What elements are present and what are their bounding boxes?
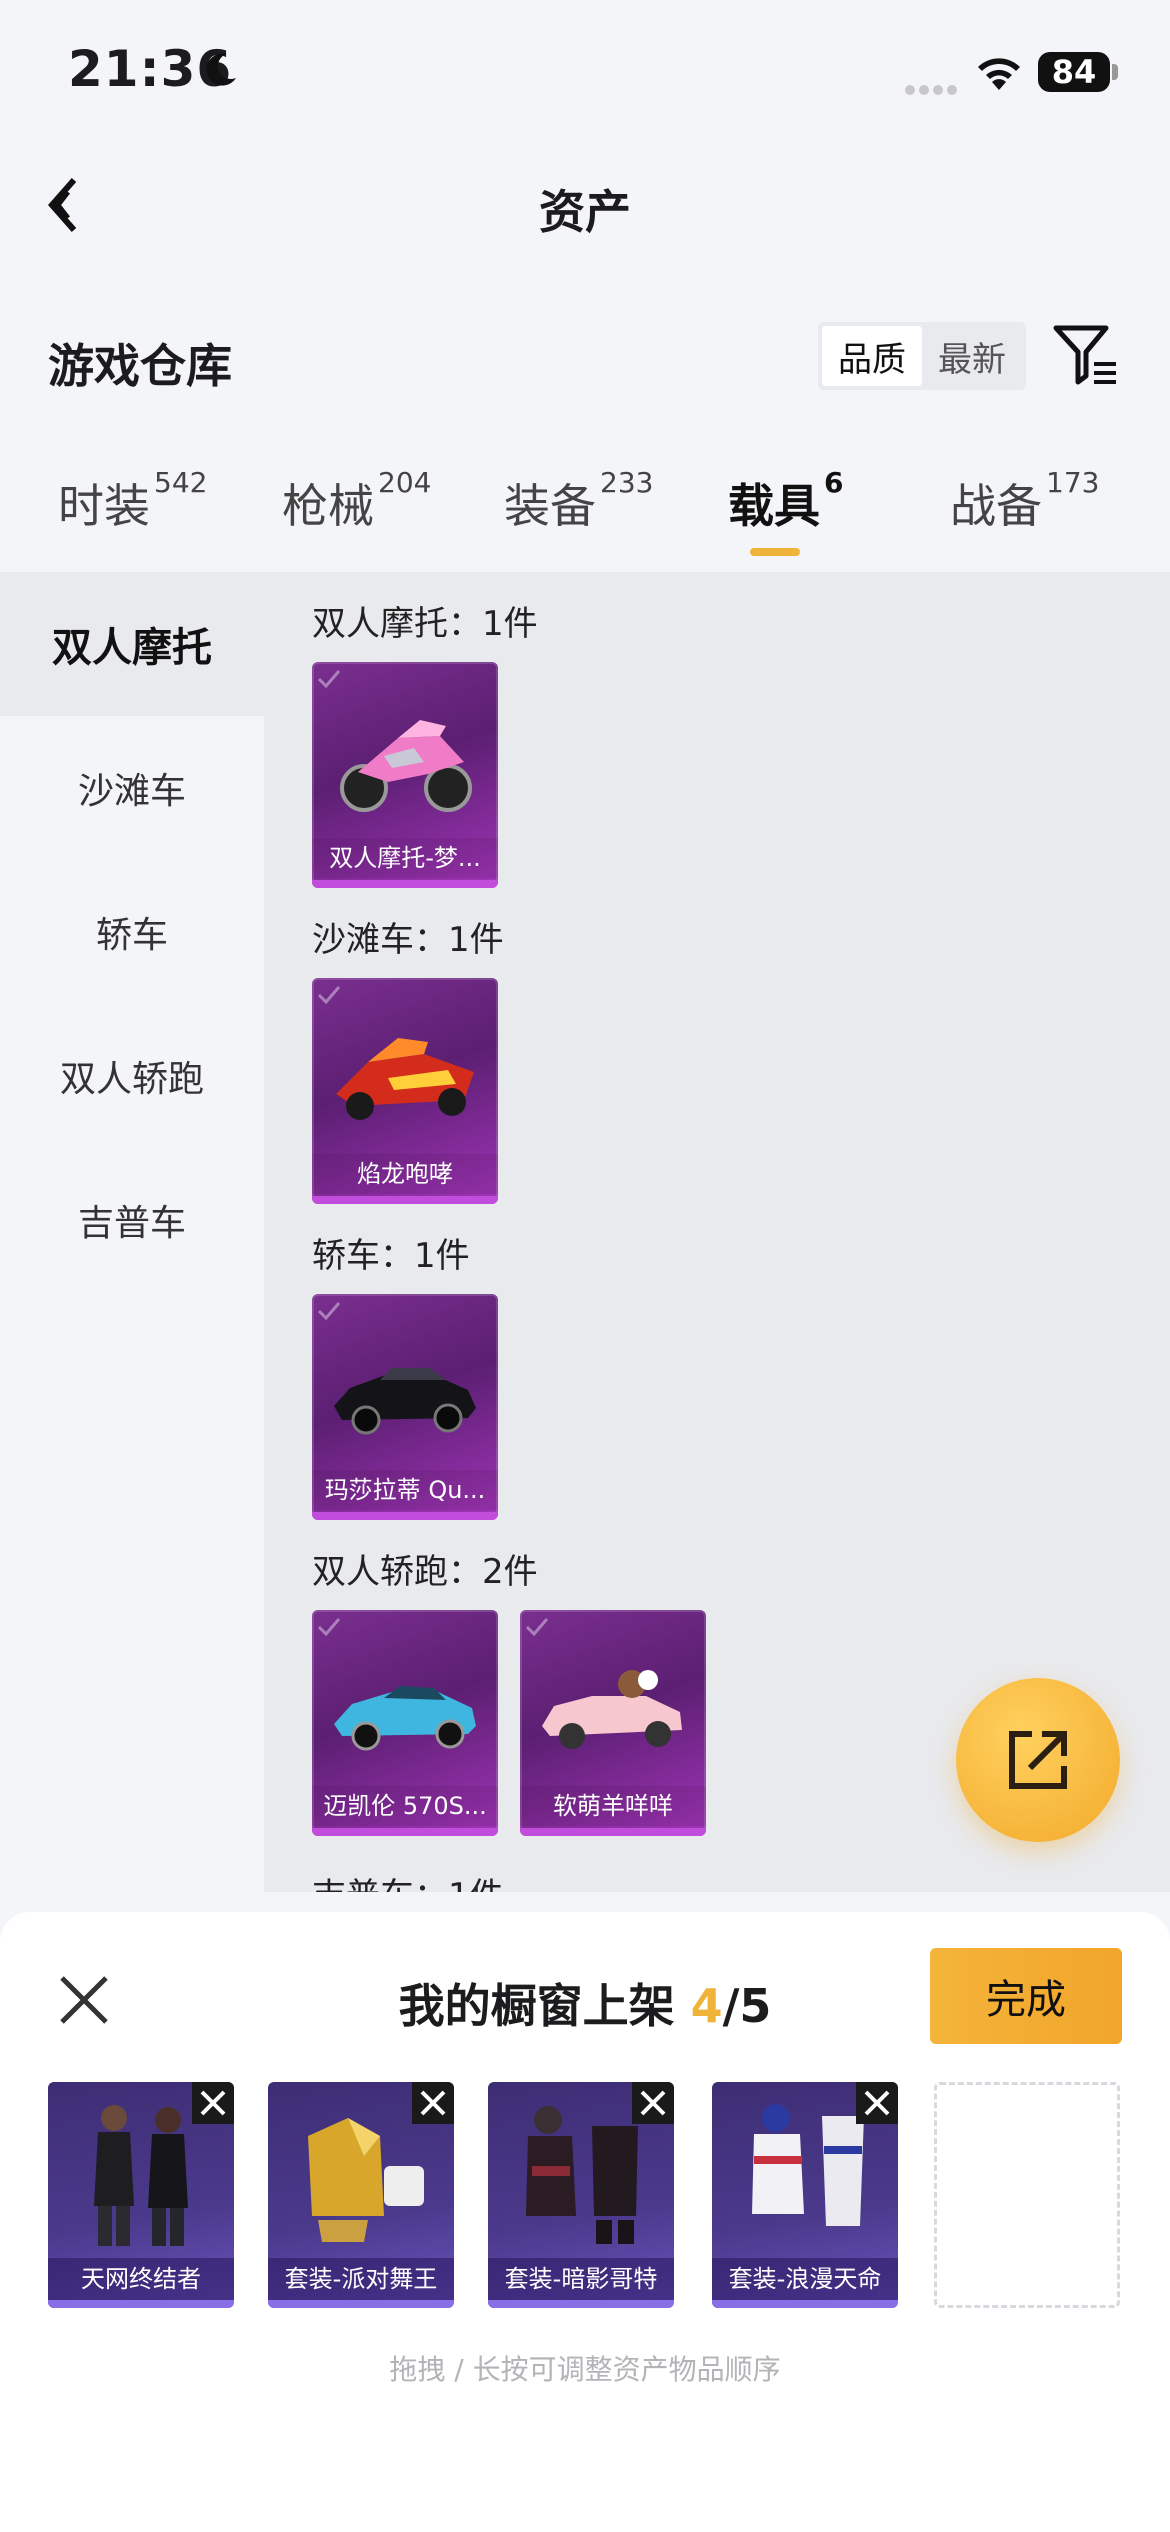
done-button[interactable]: 完成 [930, 1948, 1122, 2044]
empty-showcase-slot[interactable] [934, 2082, 1120, 2308]
remove-icon[interactable] [192, 2082, 234, 2124]
showcase-slot[interactable]: 天网终结者 [48, 2082, 234, 2308]
tab-label: 装备 [504, 479, 596, 533]
cute-car-image [542, 1670, 682, 1749]
tab-label: 战备 [950, 479, 1042, 533]
showcase-slot[interactable]: 套装-派对舞王 [268, 2082, 454, 2308]
tab-count: 173 [1046, 466, 1100, 499]
remove-icon[interactable] [856, 2082, 898, 2124]
showcase-title-text: 我的橱窗上架 [398, 1979, 691, 2033]
section-title: 双人摩托：1件 [312, 604, 538, 644]
vehicle-card[interactable]: 软萌羊咩咩 [520, 1610, 706, 1836]
tab-count: 204 [378, 466, 432, 499]
status-bar: 21:36 84 [0, 0, 1170, 140]
remove-icon[interactable] [632, 2082, 674, 2124]
tab-equipment[interactable]: 装备 233 [504, 466, 653, 536]
showcase-slot[interactable]: 套装-浪漫天命 [712, 2082, 898, 2308]
sort-toggle: 品质 最新 [818, 322, 1026, 390]
section-title: 双人轿跑：2件 [312, 1552, 538, 1592]
vehicle-card[interactable]: 迈凯伦 570S... [312, 1610, 498, 1836]
tab-count: 6 [824, 466, 844, 499]
reorder-hint: 拖拽 / 长按可调整资产物品顺序 [389, 2353, 781, 2386]
tab-label: 载具 [728, 479, 820, 533]
showcase-sheet: 我的橱窗上架 4/5 完成 天网终结者 套装-派对舞王 套装-暗影哥特 套装-浪… [0, 1912, 1170, 2532]
nav-header: 资产 [0, 150, 1170, 260]
section-title: 轿车：1件 [312, 1236, 470, 1276]
check-corner-icon [317, 1618, 341, 1637]
vehicle-category-sidebar: 双人摩托 沙滩车 轿车 双人轿跑 吉普车 [0, 572, 264, 1892]
share-icon [1009, 1731, 1067, 1789]
motorcycle-image [340, 720, 472, 812]
tab-count: 542 [154, 466, 208, 499]
vehicle-card[interactable]: 玛莎拉蒂 Qu... [312, 1294, 498, 1520]
showcase-count-current: 4 [690, 1979, 723, 2033]
vehicle-card-label: 迈凯伦 570S... [312, 1786, 498, 1826]
sidebar-item-coupe[interactable]: 双人轿跑 [0, 1004, 264, 1148]
tab-count: 233 [600, 466, 654, 499]
showcase-slot[interactable]: 套装-暗影哥特 [488, 2082, 674, 2308]
vehicle-card-label: 软萌羊咩咩 [520, 1786, 706, 1826]
sidebar-item-sedan[interactable]: 轿车 [0, 860, 264, 1004]
share-button[interactable] [956, 1678, 1120, 1842]
showcase-slot-label: 套装-派对舞王 [268, 2258, 454, 2300]
tab-fashion[interactable]: 时装 542 [58, 466, 207, 536]
check-corner-icon [525, 1618, 549, 1637]
sidebar-item-tandem-moto[interactable]: 双人摩托 [0, 572, 264, 716]
vehicle-card[interactable]: 焰龙咆哮 [312, 978, 498, 1204]
tab-label: 枪械 [282, 479, 374, 533]
active-tab-indicator [750, 548, 800, 556]
sidebar-item-beach-buggy[interactable]: 沙滩车 [0, 716, 264, 860]
vehicle-card-label: 双人摩托-梦... [312, 838, 498, 878]
vehicle-card[interactable]: 双人摩托-梦... [312, 662, 498, 888]
warehouse-title: 游戏仓库 [48, 339, 232, 393]
moon-icon [206, 53, 236, 86]
battery-indicator: 84 [1038, 52, 1110, 92]
sports-car-image [334, 1686, 476, 1751]
check-corner-icon [317, 670, 341, 689]
showcase-slot-label: 天网终结者 [48, 2258, 234, 2300]
cellular-signal-icon [905, 80, 961, 99]
showcase-count-total: /5 [722, 1979, 772, 2033]
showcase-slot-label: 套装-浪漫天命 [712, 2258, 898, 2300]
sedan-image [334, 1368, 476, 1435]
vehicle-card-label: 玛莎拉蒂 Qu... [312, 1470, 498, 1510]
section-title: 沙滩车：1件 [312, 920, 504, 960]
tab-vehicles[interactable]: 载具 6 [728, 466, 843, 536]
wifi-icon [978, 58, 1020, 90]
battery-nub [1112, 64, 1118, 80]
sort-by-latest[interactable]: 最新 [922, 326, 1022, 386]
page-title: 资产 [539, 185, 631, 239]
filter-icon[interactable] [1052, 322, 1120, 388]
sort-by-quality[interactable]: 品质 [822, 326, 922, 386]
category-tabs: 时装 542 枪械 204 装备 233 载具 6 战备 173 [0, 466, 1170, 560]
showcase-slot-label: 套装-暗影哥特 [488, 2258, 674, 2300]
check-corner-icon [317, 986, 341, 1005]
section-title: 吉普车：1件 [312, 1868, 504, 1892]
tab-readiness[interactable]: 战备 173 [950, 466, 1099, 536]
tab-guns[interactable]: 枪械 204 [282, 466, 431, 536]
vehicle-card-label: 焰龙咆哮 [312, 1154, 498, 1194]
check-corner-icon [317, 1302, 341, 1321]
sidebar-item-jeep[interactable]: 吉普车 [0, 1148, 264, 1292]
buggy-image [336, 1038, 474, 1120]
remove-icon[interactable] [412, 2082, 454, 2124]
tab-label: 时装 [58, 479, 150, 533]
